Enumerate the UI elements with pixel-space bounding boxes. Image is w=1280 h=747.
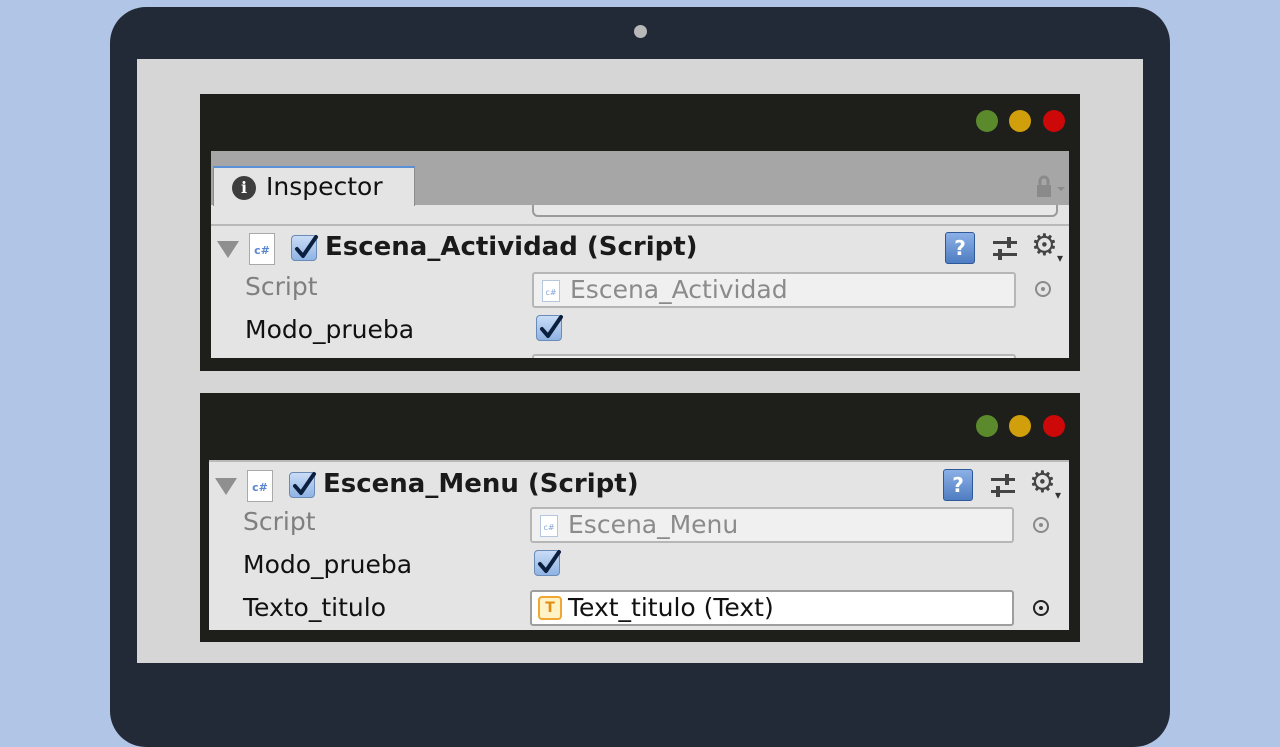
script-field-value: Escena_Actividad (570, 275, 788, 304)
script-label: Script (245, 272, 318, 301)
texto-titulo-label: Texto_titulo (243, 593, 386, 622)
texto-titulo-field[interactable]: T Text_titulo (Text) (530, 590, 1014, 626)
lock-icon[interactable] (1033, 175, 1067, 199)
gear-caret-icon: ▾ (1057, 251, 1064, 265)
editor-window-top: i Inspector c# Escena_Actividad (Script)… (200, 94, 1080, 371)
script-file-icon: c# (540, 515, 558, 537)
modo-prueba-label: Modo_prueba (243, 550, 413, 579)
inspector-panel: i Inspector c# Escena_Actividad (Script)… (211, 151, 1069, 358)
window-maximize-button[interactable] (976, 110, 998, 132)
object-picker-icon[interactable] (1033, 517, 1049, 533)
tab-inspector-label: Inspector (266, 172, 383, 201)
texto-titulo-field-value: Text_titulo (Text) (568, 593, 774, 622)
script-label: Script (243, 507, 316, 536)
next-field-remnant (532, 354, 1016, 358)
script-field-value: Escena_Menu (568, 510, 739, 539)
component-divider (209, 460, 1069, 462)
component-header[interactable]: c# Escena_Actividad (Script) ? ⚙ ▾ (211, 229, 1069, 269)
window-maximize-button[interactable] (976, 415, 998, 437)
camera-dot (634, 25, 647, 38)
window-close-button[interactable] (1043, 415, 1065, 437)
preset-icon[interactable] (991, 235, 1019, 263)
csharp-script-icon: c# (249, 233, 275, 265)
inspector-panel: c# Escena_Menu (Script) ? ⚙ ▾ Script c# … (209, 460, 1069, 630)
foldout-arrow-icon[interactable] (217, 241, 239, 258)
gear-icon[interactable]: ⚙ (1029, 468, 1056, 498)
tab-strip: i Inspector (211, 151, 1069, 206)
help-icon[interactable]: ? (943, 469, 973, 501)
gear-icon[interactable]: ⚙ (1031, 231, 1058, 261)
script-field[interactable]: c# Escena_Menu (530, 507, 1014, 543)
cut-off-field (532, 205, 1058, 217)
modo-prueba-checkbox[interactable] (534, 550, 561, 576)
window-close-button[interactable] (1043, 110, 1065, 132)
component-title: Escena_Actividad (Script) (325, 232, 698, 262)
script-file-icon: c# (542, 280, 560, 302)
modo-prueba-checkbox[interactable] (536, 315, 563, 341)
foldout-arrow-icon[interactable] (215, 478, 237, 495)
previous-component-remnant (211, 205, 1069, 223)
gear-caret-icon: ▾ (1055, 488, 1062, 502)
help-icon[interactable]: ? (945, 232, 975, 264)
component-header[interactable]: c# Escena_Menu (Script) ? ⚙ ▾ (209, 466, 1069, 506)
component-enabled-checkbox[interactable] (291, 235, 318, 261)
component-divider (211, 224, 1069, 226)
tab-inspector[interactable]: i Inspector (213, 166, 415, 206)
script-field[interactable]: c# Escena_Actividad (532, 272, 1016, 308)
text-component-icon: T (538, 596, 562, 620)
editor-window-bottom: c# Escena_Menu (Script) ? ⚙ ▾ Script c# … (200, 393, 1080, 642)
object-picker-icon[interactable] (1035, 281, 1051, 297)
csharp-script-icon: c# (247, 470, 273, 502)
modo-prueba-label: Modo_prueba (245, 315, 415, 344)
object-picker-icon[interactable] (1033, 600, 1049, 616)
component-enabled-checkbox[interactable] (289, 472, 316, 498)
preset-icon[interactable] (989, 472, 1017, 500)
info-icon: i (232, 176, 256, 200)
window-minimize-button[interactable] (1009, 415, 1031, 437)
window-minimize-button[interactable] (1009, 110, 1031, 132)
component-title: Escena_Menu (Script) (323, 469, 639, 499)
